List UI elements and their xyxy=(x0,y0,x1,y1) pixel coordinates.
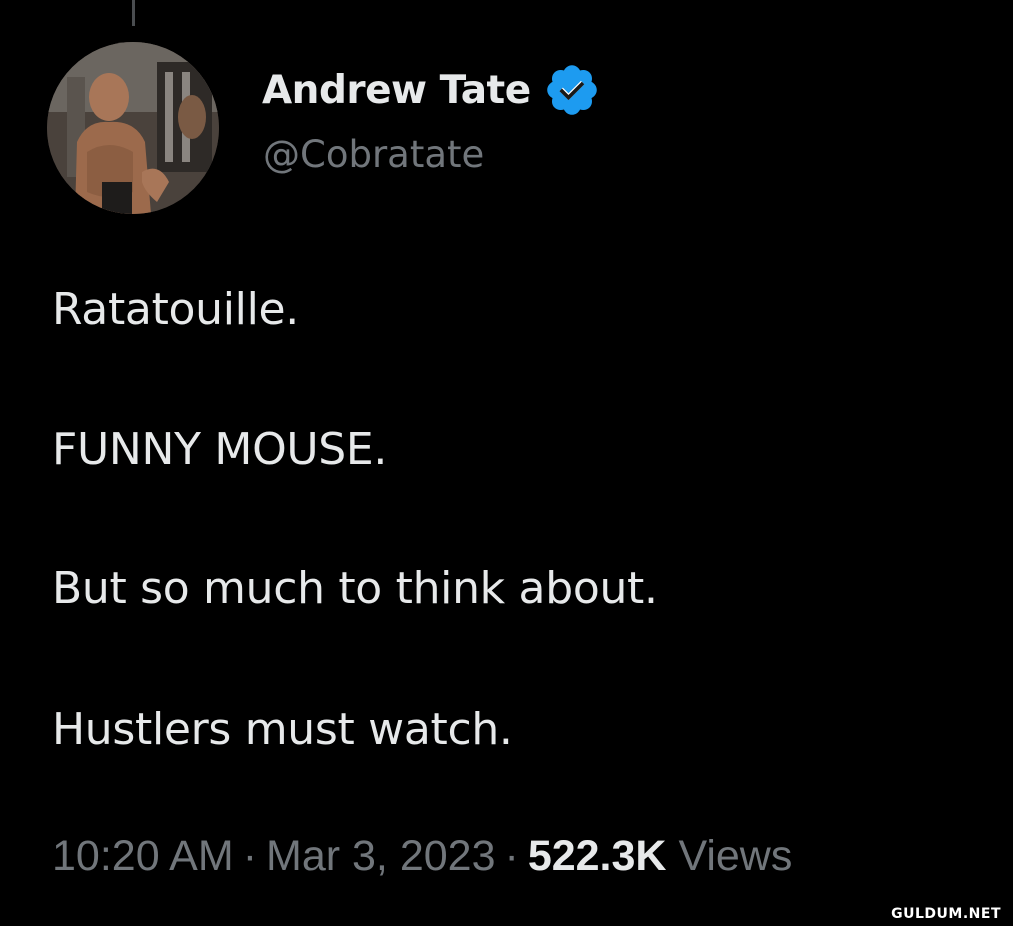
meta-separator: · xyxy=(242,832,258,880)
tweet-metadata: 10:20 AM · Mar 3, 2023 · 522.3K Views xyxy=(52,832,792,881)
tweet-timestamp-date[interactable]: Mar 3, 2023 xyxy=(266,832,495,880)
tweet-text-line: FUNNY MOUSE. xyxy=(52,424,388,475)
tweet-timestamp-time[interactable]: 10:20 AM xyxy=(52,832,234,880)
views-label[interactable]: Views xyxy=(678,832,792,880)
author-display-name[interactable]: Andrew Tate xyxy=(262,68,531,113)
tweet-text-line: Hustlers must watch. xyxy=(52,704,513,755)
verified-badge-icon xyxy=(543,61,601,119)
tweet-text-line: But so much to think about. xyxy=(52,563,658,614)
author-name-row: Andrew Tate xyxy=(262,60,601,120)
author-avatar[interactable] xyxy=(47,42,219,214)
avatar-photo xyxy=(47,42,219,214)
meta-separator: · xyxy=(504,832,519,880)
views-count[interactable]: 522.3K xyxy=(528,832,667,880)
thread-connector-line xyxy=(132,0,135,26)
author-handle[interactable]: @Cobratate xyxy=(263,133,484,176)
tweet-text-line: Ratatouille. xyxy=(52,284,299,335)
site-watermark: GULDUM.NET xyxy=(891,906,1001,922)
